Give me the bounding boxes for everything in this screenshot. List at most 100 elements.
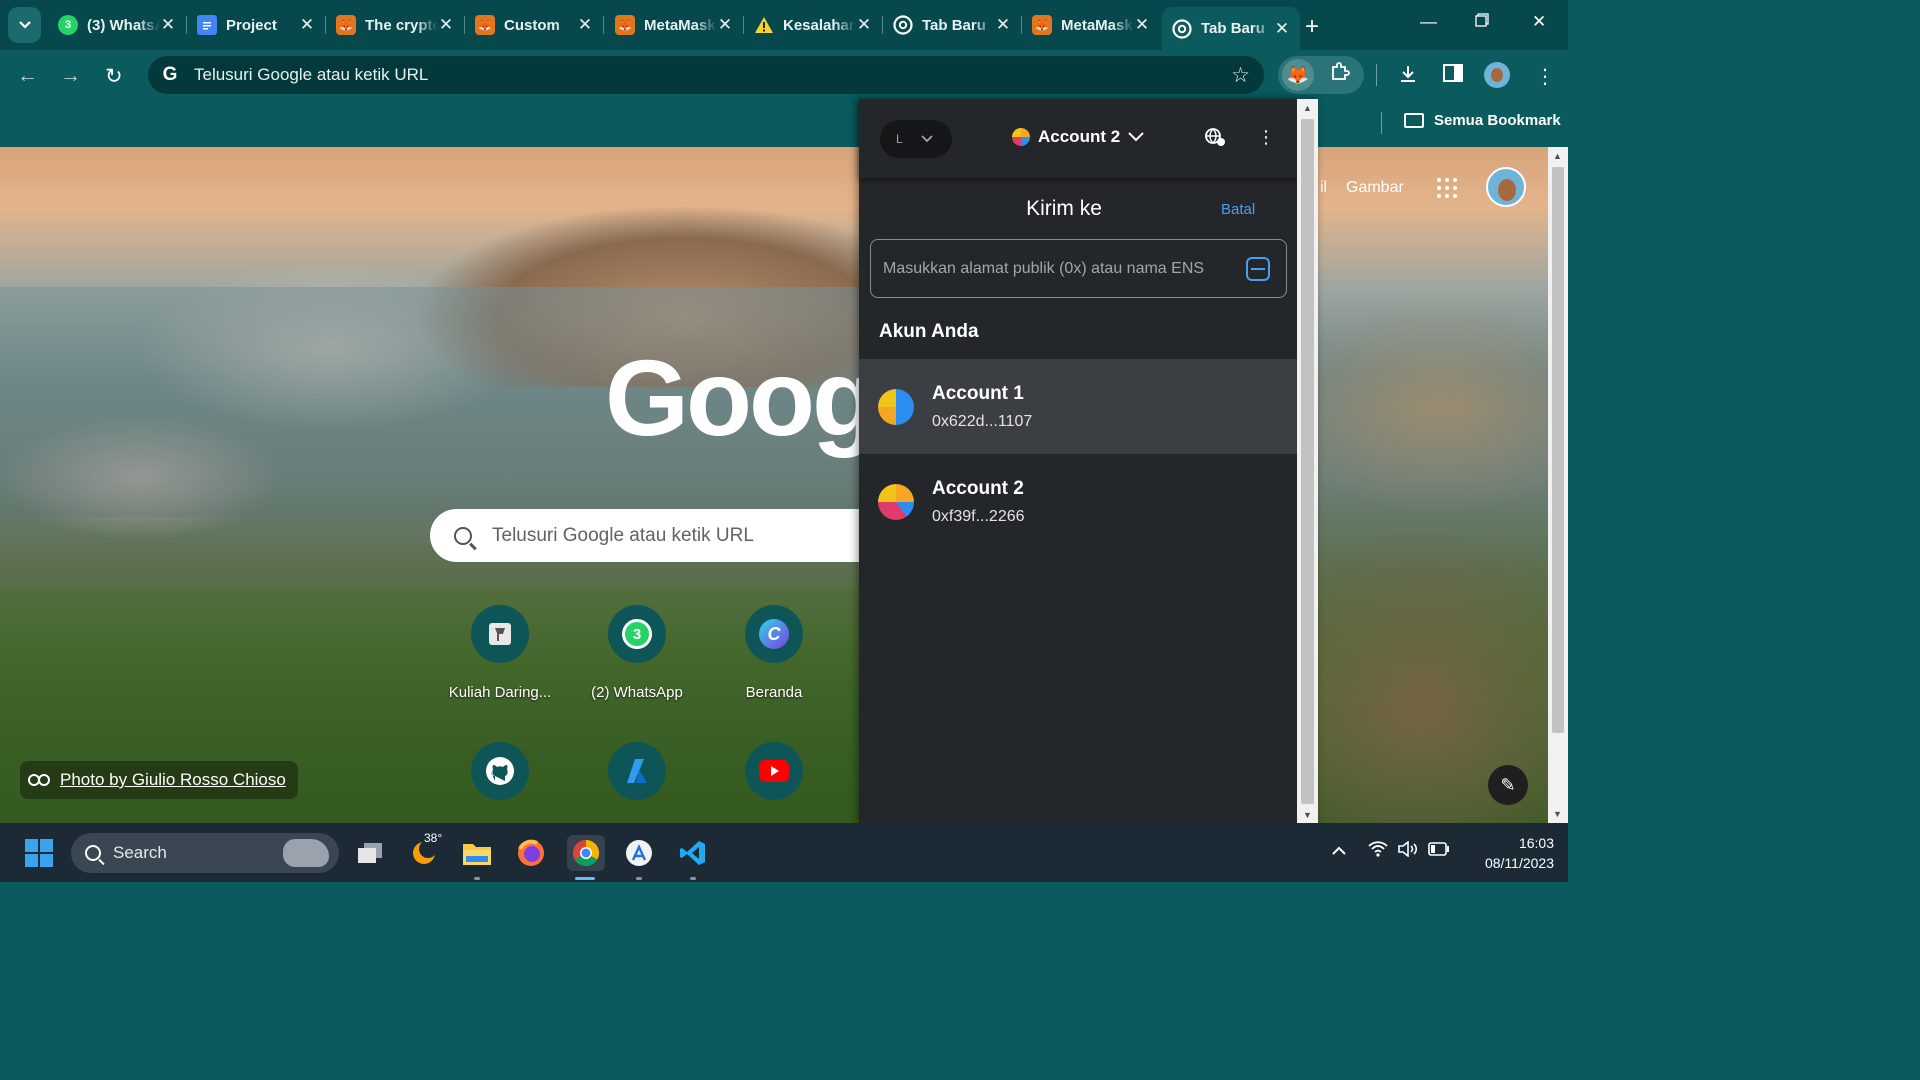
volume-icon[interactable] — [1398, 840, 1420, 862]
google-apps-icon[interactable] — [1437, 178, 1457, 198]
file-explorer-icon[interactable] — [459, 835, 495, 880]
account-row-2[interactable]: Account 2 0xf39f...2266 — [859, 454, 1297, 549]
download-icon[interactable] — [1398, 64, 1418, 90]
images-link[interactable]: Gambar — [1346, 179, 1404, 197]
recipient-address-field[interactable] — [870, 239, 1287, 298]
recipient-address-input[interactable] — [883, 259, 1233, 278]
metamask-fox-icon: 🦊 — [1032, 15, 1052, 35]
all-bookmarks-button[interactable]: Semua Bookmark — [1404, 112, 1561, 129]
taskbar-search[interactable]: Search — [71, 833, 339, 873]
tab-project[interactable]: Project ✕ — [187, 7, 326, 43]
avatar-face — [1498, 179, 1516, 201]
tab-new-tab-active[interactable]: Tab Baru ✕ — [1162, 7, 1300, 50]
close-icon[interactable]: ✕ — [438, 15, 454, 35]
minimize-icon[interactable]: — — [1420, 12, 1437, 32]
page-scrollbar[interactable]: ▲ ▼ — [1548, 147, 1568, 823]
all-bookmarks-label: Semua Bookmark — [1434, 112, 1561, 129]
shortcut-youtube[interactable] — [714, 742, 834, 800]
chevron-up-icon[interactable] — [1332, 841, 1346, 861]
cancel-button[interactable]: Batal — [1221, 201, 1255, 218]
shortcut-whatsapp[interactable]: 3 (2) WhatsApp — [577, 605, 697, 701]
network-selector[interactable]: L — [880, 120, 952, 158]
side-panel-icon[interactable] — [1443, 64, 1463, 88]
task-view-icon[interactable] — [352, 835, 388, 871]
google-docs-icon — [197, 15, 217, 35]
clock-time: 16:03 — [1518, 835, 1554, 851]
scrollbar-thumb[interactable] — [1552, 167, 1564, 733]
forward-arrow-icon[interactable]: → — [60, 64, 81, 88]
metamask-popup: L Account 2 ⋮ Kirim ke Batal Akun Anda A… — [859, 99, 1318, 824]
bookmark-star-icon[interactable]: ☆ — [1231, 63, 1250, 88]
shortcut-label: Beranda — [745, 684, 803, 701]
system-clock[interactable]: 16:03 08/11/2023 — [1462, 833, 1554, 873]
more-menu-icon[interactable]: ⋮ — [1535, 64, 1555, 89]
tab-kesalahan[interactable]: Kesalahan ✕ — [744, 7, 883, 43]
metamask-options-icon[interactable]: ⋮ — [1257, 127, 1275, 148]
customize-pencil-icon[interactable]: ✎ — [1488, 765, 1528, 805]
metamask-scrollbar[interactable]: ▲ ▼ — [1297, 99, 1318, 824]
back-arrow-icon[interactable]: ← — [17, 64, 38, 88]
scroll-up-arrow[interactable]: ▲ — [1303, 103, 1312, 113]
shortcut-kuliah-daring[interactable]: Kuliah Daring... — [440, 605, 560, 701]
close-icon[interactable]: ✕ — [299, 15, 315, 35]
close-icon[interactable]: ✕ — [717, 15, 733, 35]
tab-custom[interactable]: 🦊 Custom ✕ — [465, 7, 604, 43]
firefox-icon[interactable] — [513, 835, 549, 871]
close-icon[interactable]: ✕ — [856, 15, 872, 35]
kuliah-daring-icon — [471, 605, 529, 663]
scrollbar-thumb[interactable] — [1301, 119, 1314, 804]
connected-sites-icon[interactable] — [1204, 127, 1226, 152]
google-logo: Goog — [605, 337, 878, 458]
tab-metamask-2[interactable]: 🦊 MetaMask ✕ — [1022, 7, 1160, 43]
tab-crypto[interactable]: 🦊 The crypto ✕ — [326, 7, 465, 43]
weather-icon[interactable]: 38° — [406, 831, 442, 871]
windows-start-icon[interactable] — [25, 839, 53, 867]
address-bar[interactable]: G Telusuri Google atau ketik URL ☆ — [148, 56, 1264, 94]
close-icon[interactable]: ✕ — [1134, 15, 1150, 35]
wifi-icon[interactable] — [1368, 841, 1388, 862]
shortcut-beranda[interactable]: C Beranda — [714, 605, 834, 701]
close-window-icon[interactable]: ✕ — [1532, 12, 1546, 32]
ntp-search-box[interactable]: Telusuri Google atau ketik URL — [430, 509, 870, 562]
reload-icon[interactable]: ↻ — [105, 64, 123, 89]
ntp-profile-avatar[interactable] — [1486, 167, 1526, 207]
vscode-icon[interactable] — [675, 835, 711, 880]
tab-new-tab[interactable]: Tab Baru ✕ — [883, 7, 1022, 43]
chrome-icon — [893, 15, 913, 35]
chrome-taskbar-icon[interactable] — [567, 835, 605, 880]
account-address: 0xf39f...2266 — [932, 507, 1025, 525]
scroll-up-arrow[interactable]: ▲ — [1553, 151, 1562, 161]
account-name: Account 1 — [932, 382, 1024, 404]
close-icon[interactable]: ✕ — [577, 15, 593, 35]
restore-icon[interactable] — [1475, 12, 1489, 32]
tab-whatsapp[interactable]: 3 (3) WhatsApp ✕ — [48, 7, 187, 43]
scroll-down-arrow[interactable]: ▼ — [1553, 809, 1562, 819]
account-menu-button[interactable]: Account 2 — [1012, 127, 1144, 147]
close-icon[interactable]: ✕ — [160, 15, 176, 35]
metamask-fox-icon: 🦊 — [475, 15, 495, 35]
profile-avatar[interactable] — [1484, 62, 1510, 88]
account-row-1[interactable]: Account 1 0x622d...1107 — [859, 359, 1297, 454]
close-icon[interactable]: ✕ — [1274, 19, 1290, 39]
puzzle-piece-icon[interactable] — [1330, 62, 1350, 88]
gmail-link-partial[interactable]: il — [1320, 179, 1327, 197]
send-title: Kirim ke — [1026, 197, 1102, 220]
bookmark-separator — [1381, 112, 1382, 134]
weather-temp: 38° — [424, 831, 443, 845]
metamask-extension-button[interactable]: 🦊 — [1282, 59, 1314, 91]
clock-date: 08/11/2023 — [1484, 855, 1554, 871]
qr-scan-icon[interactable] — [1246, 257, 1270, 281]
shortcut-github[interactable] — [440, 742, 560, 800]
scroll-down-arrow[interactable]: ▼ — [1303, 810, 1312, 820]
tab-metamask[interactable]: 🦊 MetaMask ✕ — [605, 7, 744, 43]
shortcut-azure[interactable] — [577, 742, 697, 800]
whatsapp-icon: 3 — [608, 605, 666, 663]
chevron-down-icon — [18, 21, 31, 29]
battery-icon[interactable] — [1428, 841, 1450, 861]
tab-search-button[interactable] — [8, 7, 41, 43]
app-store-icon[interactable] — [621, 835, 657, 880]
photo-credit-link[interactable]: Photo by Giulio Rosso Chioso — [20, 761, 298, 799]
close-icon[interactable]: ✕ — [995, 15, 1011, 35]
new-tab-button[interactable]: + — [1305, 13, 1319, 41]
tab-title: Tab Baru — [1201, 20, 1265, 37]
